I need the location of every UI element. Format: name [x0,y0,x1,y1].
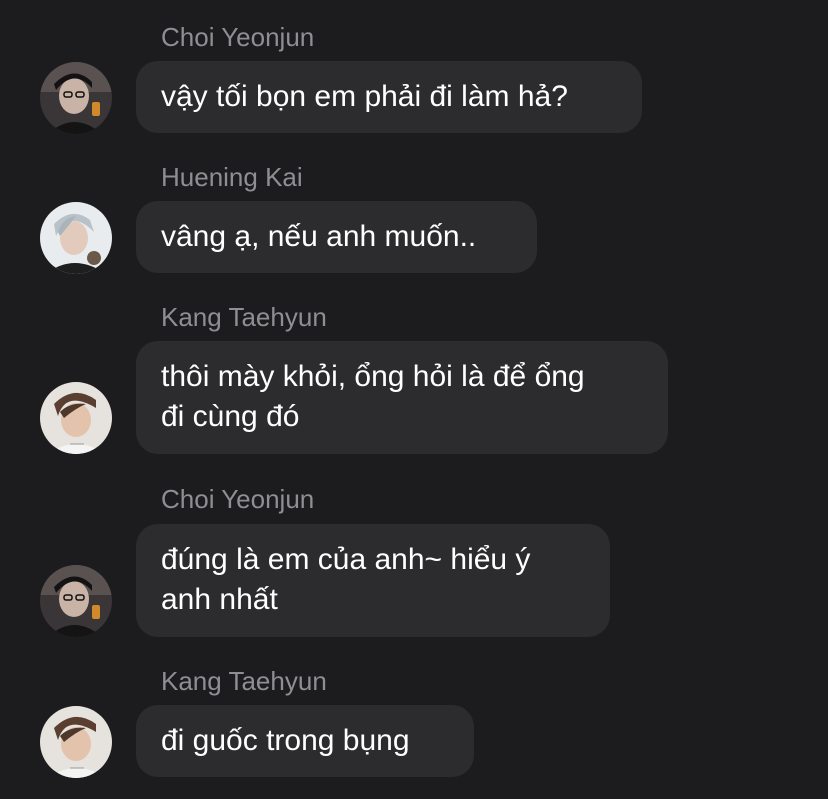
sender-name: Choi Yeonjun [161,484,315,514]
sender-name: Kang Taehyun [161,302,327,332]
sender-name: Choi Yeonjun [161,22,315,52]
chat-thread: Choi Yeonjun vậy tối bọn em phải đi làm … [0,0,828,799]
avatar-yeonjun[interactable] [40,565,112,637]
sender-name: Huening Kai [161,162,303,192]
avatar-taehyun[interactable] [40,382,112,454]
avatar-kai[interactable] [40,202,112,274]
avatar-taehyun[interactable] [40,706,112,778]
message-bubble[interactable]: vậy tối bọn em phải đi làm hả? [136,61,642,133]
message-bubble[interactable]: vâng ạ, nếu anh muốn.. [136,201,537,273]
message-bubble[interactable]: đúng là em của anh~ hiểu ý anh nhất [136,524,610,637]
message-bubble[interactable]: thôi mày khỏi, ổng hỏi là để ổng đi cùng… [136,341,668,454]
sender-name: Kang Taehyun [161,666,327,696]
avatar-yeonjun[interactable] [40,62,112,134]
message-bubble[interactable]: đi guốc trong bụng [136,705,474,777]
